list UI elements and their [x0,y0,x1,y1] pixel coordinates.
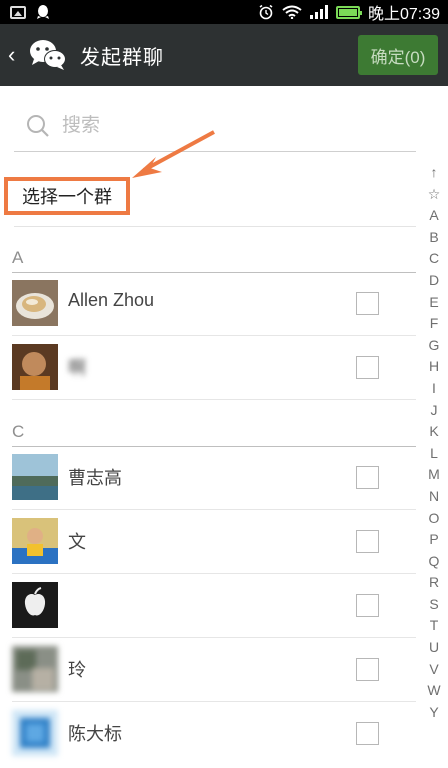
contact-checkbox[interactable] [356,658,379,681]
contact-name: Allen Zhou [68,290,155,310]
index-letter[interactable]: Y [426,702,442,724]
contact-name: 曹志高 [68,468,122,488]
index-letter[interactable]: G [426,335,442,357]
index-letter[interactable]: E [426,292,442,314]
index-letter[interactable]: I [426,378,442,400]
avatar [12,454,58,500]
contact-row[interactable] [0,574,420,638]
index-letter[interactable]: M [426,464,442,486]
avatar [12,646,58,692]
select-group-button[interactable]: 选择一个群 [4,177,130,215]
avatar [12,344,58,390]
status-bar: 晚上07:39 [0,0,448,24]
index-letter[interactable]: L [426,443,442,465]
contact-name: 文 [68,532,86,552]
contact-checkbox[interactable] [356,466,379,489]
index-letter[interactable]: J [426,400,442,422]
contact-row[interactable]: 啊 [0,336,420,400]
confirm-button[interactable]: 确定(0) [358,35,438,75]
index-letter[interactable]: F [426,313,442,335]
index-letter[interactable]: K [426,421,442,443]
index-letter[interactable]: S [426,594,442,616]
avatar [12,710,58,756]
alarm-icon [259,4,273,20]
contact-row[interactable]: 文 [0,510,420,574]
index-letter[interactable]: A [426,205,442,227]
annotation-arrow [132,130,215,178]
index-letter[interactable]: H [426,356,442,378]
action-bar: ‹ 发起群聊 确定(0) [0,24,448,86]
avatar [12,518,58,564]
index-letter[interactable]: W [426,680,442,702]
index-letter[interactable]: D [426,270,442,292]
contact-name: 玲 [68,660,86,680]
qq-icon [37,5,49,19]
index-letter[interactable]: T [426,615,442,637]
index-letter[interactable]: N [426,486,442,508]
index-letter[interactable]: V [426,659,442,681]
index-up[interactable]: ↑ [426,162,442,184]
index-letter[interactable]: R [426,572,442,594]
contact-row[interactable]: 曹志高 [0,446,420,510]
avatar [12,582,58,628]
contact-checkbox[interactable] [356,594,379,617]
divider [12,399,416,400]
contact-name: 陈大标 [68,724,122,744]
section-header-c: C [12,422,416,447]
gallery-icon [10,5,26,19]
status-time: 晚上07:39 [367,6,440,23]
index-letter[interactable]: U [426,637,442,659]
index-letter[interactable]: Q [426,551,442,573]
signal-icon [309,5,328,19]
contact-checkbox[interactable] [356,356,379,379]
index-letter[interactable]: C [426,248,442,270]
page-title: 发起群聊 [80,46,164,69]
wechat-logo-icon[interactable] [28,38,68,72]
index-star[interactable]: ☆ [426,184,442,206]
contact-checkbox[interactable] [356,530,379,553]
contact-checkbox[interactable] [356,722,379,745]
contact-row[interactable]: 玲 [0,638,420,702]
index-letter[interactable]: B [426,227,442,249]
avatar [12,280,58,326]
divider [14,226,416,227]
index-letter[interactable]: O [426,508,442,530]
search-icon [27,114,49,137]
contact-checkbox[interactable] [356,292,379,315]
contact-name: 啊 [68,358,86,378]
battery-icon [335,5,362,19]
contact-row[interactable]: Allen Zhou [0,272,420,336]
wifi-icon [282,5,302,19]
alphabet-index[interactable]: ↑ ☆ A B C D E F G H I J K L M N O P Q R … [426,162,442,723]
section-header-a: A [12,248,416,273]
index-letter[interactable]: P [426,529,442,551]
contact-row[interactable]: 陈大标 [0,702,420,766]
back-icon[interactable]: ‹ [0,42,24,68]
